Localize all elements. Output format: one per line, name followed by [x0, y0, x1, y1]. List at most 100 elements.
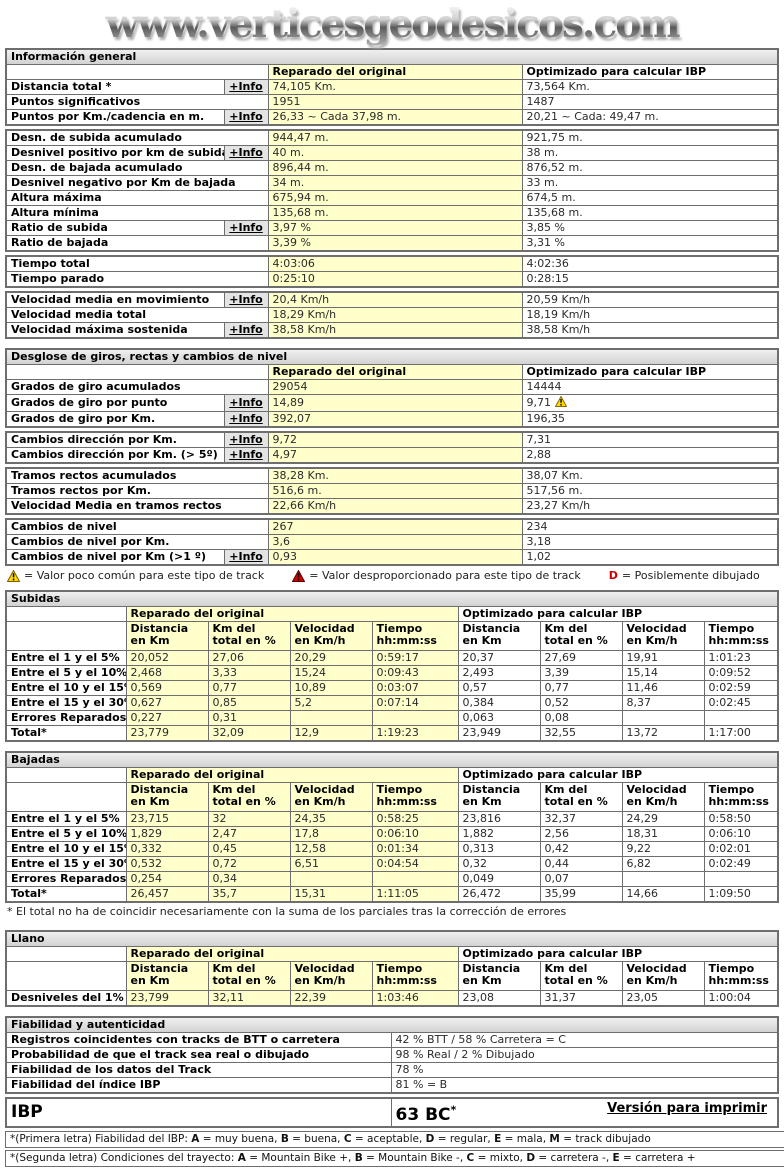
sub-header-cell: Tiempo hh:mm:ss: [704, 622, 778, 651]
row-label: Entre el 1 y el 5%: [6, 651, 126, 666]
table-row: Grados de giro por Km.+Info392,07196,35: [6, 412, 778, 428]
legend-disproportionate: = Valor desproporcionado para este tipo …: [292, 569, 581, 582]
empty-cell: [6, 962, 126, 991]
row-label: Cambios dirección por Km.: [6, 432, 224, 448]
value-reparado: 267: [268, 519, 522, 535]
value-optimizado: 6,82: [622, 857, 704, 872]
info-button[interactable]: +Info: [229, 433, 262, 446]
row-label: Desniveles del 1%: [6, 991, 126, 1007]
table-row: Ratio de subida+Info3,97 %3,85 %: [6, 221, 778, 236]
sub-header-cell: Velocidad en Km/h: [290, 783, 372, 812]
empty-cell: [6, 768, 126, 783]
value-optimizado: 0,049: [458, 872, 540, 887]
sub-header-row: Distancia en KmKm del total en %Velocida…: [6, 622, 778, 651]
table-row: Entre el 10 y el 15%0,3320,4512,580:01:3…: [6, 842, 778, 857]
info-cell: +Info: [224, 432, 268, 448]
value-optimizado: 921,75 m.: [522, 130, 778, 146]
table-row: Tiempo parado0:25:100:28:15: [6, 272, 778, 288]
section-caption-row: Fiabilidad y autenticidad: [6, 1017, 778, 1033]
info-button[interactable]: +Info: [229, 110, 262, 123]
value-reparado: 0:04:54: [372, 857, 458, 872]
value-optimizado: 674,5 m.: [522, 191, 778, 206]
info-button[interactable]: +Info: [229, 412, 262, 425]
sub-header-cell: Tiempo hh:mm:ss: [704, 783, 778, 812]
info-button[interactable]: +Info: [229, 323, 262, 336]
col-header-reparado: Reparado del original: [268, 65, 522, 80]
row-label: Grados de giro por Km.: [6, 412, 224, 428]
print-link[interactable]: Versión para imprimir: [607, 1103, 767, 1115]
info-button[interactable]: +Info: [229, 146, 262, 159]
value-reparado: 22,66 Km/h: [268, 499, 522, 515]
value-optimizado: 0:02:59: [704, 681, 778, 696]
footnote-key-letter: D: [426, 1133, 435, 1145]
value-optimizado: 0,42: [540, 842, 622, 857]
info-button[interactable]: +Info: [229, 221, 262, 234]
value-reparado: 27,06: [208, 651, 290, 666]
info-button[interactable]: +Info: [229, 293, 262, 306]
column-header-row: Reparado del originalOptimizado para cal…: [6, 365, 778, 380]
info-button[interactable]: +Info: [229, 550, 262, 563]
section-title: Desglose de giros, rectas y cambios de n…: [6, 349, 778, 365]
info-button[interactable]: +Info: [229, 396, 262, 409]
value-optimizado: 876,52 m.: [522, 161, 778, 176]
row-label: Desn. de subida acumulado: [6, 130, 268, 146]
value-optimizado: 9,22: [622, 842, 704, 857]
info-button[interactable]: +Info: [229, 80, 262, 93]
sub-header-row: Distancia en KmKm del total en %Velocida…: [6, 783, 778, 812]
value-reparado: 15,24: [290, 666, 372, 681]
row-value: 42 % BTT / 58 % Carretera = C: [391, 1033, 778, 1048]
value-optimizado: 2,88: [522, 448, 778, 464]
value-reparado: 9,72: [268, 432, 522, 448]
value-reparado: 944,47 m.: [268, 130, 522, 146]
ibp-value: 63 BC*: [396, 1105, 457, 1125]
table-row: Desniveles del 1%23,79932,1122,391:03:46…: [6, 991, 778, 1007]
col-header-reparado: Reparado del original: [126, 947, 458, 962]
value-reparado: 4,97: [268, 448, 522, 464]
row-label: Tramos rectos por Km.: [6, 484, 268, 499]
col-header-optimizado: Optimizado para calcular IBP: [458, 947, 778, 962]
value-reparado: 6,51: [290, 857, 372, 872]
value-optimizado: 38,58 Km/h: [522, 323, 778, 339]
value-optimizado: 27,69: [540, 651, 622, 666]
detail-table: BajadasReparado del originalOptimizado p…: [5, 751, 779, 903]
table-row: Cambios dirección por Km.+Info9,727,31: [6, 432, 778, 448]
footnote-key-letter: A: [238, 1152, 246, 1164]
value-optimizado: 196,35: [522, 412, 778, 428]
value-reparado: [372, 872, 458, 887]
info-cell: +Info: [224, 80, 268, 95]
value-reparado: 0,532: [126, 857, 208, 872]
info-cell: +Info: [224, 323, 268, 339]
value-optimizado: 23,27 Km/h: [522, 499, 778, 515]
col-header-optimizado: Optimizado para calcular IBP: [522, 365, 778, 380]
value-reparado: 0,34: [208, 872, 290, 887]
value-reparado: 20,052: [126, 651, 208, 666]
row-label: Desnivel negativo por Km de bajada: [6, 176, 268, 191]
sub-header-cell: Distancia en Km: [458, 962, 540, 991]
value-optimizado: 32,55: [540, 726, 622, 742]
value-reparado: 1,829: [126, 827, 208, 842]
value-optimizado: 23,949: [458, 726, 540, 742]
row-label: Ratio de subida: [6, 221, 224, 236]
value-reparado: 0:01:34: [372, 842, 458, 857]
row-label: Cambios dirección por Km. (> 5º): [6, 448, 224, 464]
info-button[interactable]: +Info: [229, 448, 262, 461]
warning-yellow-icon: [555, 396, 567, 410]
value-reparado: 2,47: [208, 827, 290, 842]
value-optimizado: 0:02:01: [704, 842, 778, 857]
sub-header-cell: Distancia en Km: [458, 783, 540, 812]
table-row: Registros coincidentes con tracks de BTT…: [6, 1033, 778, 1048]
sub-header-cell: Velocidad en Km/h: [622, 783, 704, 812]
table-row: Entre el 5 y el 10%1,8292,4717,80:06:101…: [6, 827, 778, 842]
value-reparado: 2,468: [126, 666, 208, 681]
table-row: Velocidad máxima sostenida+Info38,58 Km/…: [6, 323, 778, 339]
detail-table: LlanoReparado del originalOptimizado par…: [5, 930, 779, 1007]
table-row: Entre el 15 y el 30%0,6270,855,20:07:140…: [6, 696, 778, 711]
value-reparado: 24,35: [290, 812, 372, 827]
info-cell: +Info: [224, 292, 268, 308]
value-optimizado: 3,85 %: [522, 221, 778, 236]
value-reparado: 22,39: [290, 991, 372, 1007]
table-row: Desn. de subida acumulado944,47 m.921,75…: [6, 130, 778, 146]
col-header-reparado: Reparado del original: [126, 768, 458, 783]
value-optimizado: 1:09:50: [704, 887, 778, 903]
total-note: * El total no ha de coincidir necesariam…: [7, 905, 779, 918]
